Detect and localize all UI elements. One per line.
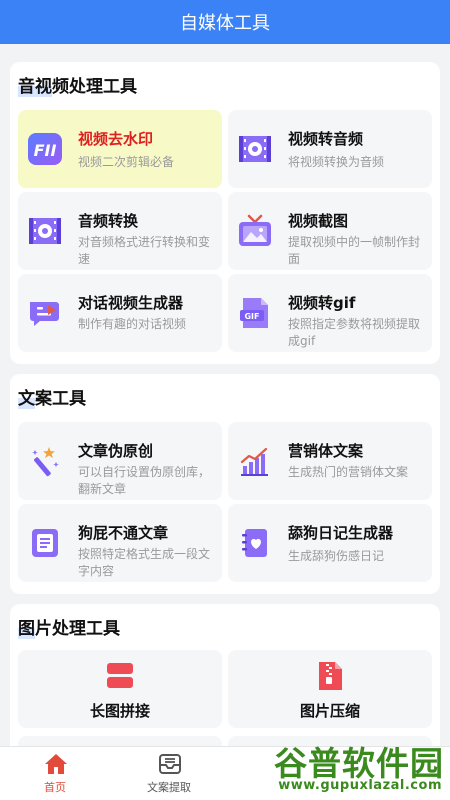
card-video-to-audio[interactable]: 视频转音频 将视频转换为音频: [228, 110, 432, 188]
card-title: 营销体文案: [288, 442, 364, 460]
section-copywriting: 文案工具 文章伪原创 可以自行设置伪原创库，翻新文章 营销体文案 生成热门的营销…: [10, 374, 440, 594]
section-audio-video: 音视频处理工具 FII 视频去水印 视频二次剪辑必备 视频转音频 将视频转换为音…: [10, 62, 440, 364]
chat-video-icon: [30, 302, 59, 326]
gif-icon: GIF: [240, 298, 268, 328]
heart-diary-icon: [242, 529, 267, 557]
zip-file-icon: [319, 662, 342, 690]
card-title: 对话视频生成器: [78, 294, 184, 312]
card-desc: 按照指定参数将视频提取成gif: [288, 317, 421, 348]
svg-text:FII: FII: [34, 141, 57, 160]
card-desc: 制作有趣的对话视频: [78, 317, 187, 331]
watermark-remove-icon: FII: [28, 133, 62, 165]
video-to-audio-icon: [239, 136, 271, 162]
image-stitch-icon: [107, 663, 133, 688]
magic-wand-icon: [32, 447, 59, 477]
card-desc: 对音频格式进行转换和变速: [78, 235, 211, 266]
card-title: 文章伪原创: [78, 442, 154, 460]
tab-home[interactable]: 首页: [0, 747, 110, 800]
page-title: 自媒体工具: [180, 13, 270, 34]
tab-copy-extract[interactable]: 文案提取: [114, 747, 224, 800]
card-audio-convert[interactable]: 音频转换 对音频格式进行转换和变速: [18, 192, 222, 270]
section-title: 音视频处理工具: [18, 77, 137, 97]
card-desc: 生成热门的营销体文案: [288, 465, 409, 479]
document-icon: [32, 529, 58, 557]
card-title: 视频转gif: [288, 294, 356, 312]
card-title: 长图拼接: [89, 702, 150, 720]
card-image-stitch[interactable]: 长图拼接: [18, 650, 222, 728]
card-video-screenshot[interactable]: 视频截图 提取视频中的一帧制作封面: [228, 192, 432, 270]
tab-label: 文案提取: [147, 781, 191, 794]
app-header: 自媒体工具: [0, 0, 450, 44]
card-desc: 视频二次剪辑必备: [78, 155, 175, 169]
home-icon: [45, 754, 67, 774]
card-chat-video-generator[interactable]: 对话视频生成器 制作有趣的对话视频: [18, 274, 222, 352]
tab-label: 首页: [44, 781, 66, 794]
card-article-rewrite[interactable]: 文章伪原创 可以自行设置伪原创库，翻新文章: [18, 422, 222, 500]
card-desc: 生成舔狗伤感日记: [288, 549, 385, 563]
watermark-url: www.gupuxlazal.com: [278, 778, 442, 793]
section-title: 图片处理工具: [18, 619, 120, 639]
tv-screenshot-icon: [239, 214, 271, 246]
card-title: 狗屁不通文章: [78, 524, 169, 542]
card-title: 视频去水印: [78, 130, 154, 148]
card-video-to-gif[interactable]: GIF 视频转gif 按照指定参数将视频提取成gif: [228, 274, 432, 352]
card-title: 视频转音频: [288, 130, 364, 148]
card-nonsense-article[interactable]: 狗屁不通文章 按照特定格式生成一段文字内容: [18, 504, 222, 582]
svg-text:GIF: GIF: [244, 312, 259, 321]
card-desc: 按照特定格式生成一段文字内容: [78, 547, 211, 578]
card-title: 视频截图: [288, 212, 349, 230]
card-partial[interactable]: [18, 736, 222, 746]
card-diary-generator[interactable]: 舔狗日记生成器 生成舔狗伤感日记: [228, 504, 432, 582]
card-image-compress[interactable]: 图片压缩: [228, 650, 432, 728]
card-desc: 提取视频中的一帧制作封面: [288, 235, 421, 266]
audio-convert-icon: [29, 218, 61, 244]
card-desc: 可以自行设置伪原创库，翻新文章: [78, 465, 211, 496]
bar-chart-icon: [240, 447, 268, 476]
card-video-watermark-remove[interactable]: FII 视频去水印 视频二次剪辑必备: [18, 110, 222, 188]
card-marketing-copy[interactable]: 营销体文案 生成热门的营销体文案: [228, 422, 432, 500]
card-title: 图片压缩: [299, 702, 360, 720]
section-title: 文案工具: [18, 389, 86, 409]
watermark-logo: 谷普软件园 www.gupuxlazal.com: [245, 737, 450, 800]
card-title: 音频转换: [78, 212, 139, 230]
content-scroll[interactable]: 音视频处理工具 FII 视频去水印 视频二次剪辑必备 视频转音频 将视频转换为音…: [0, 44, 450, 746]
inbox-icon: [159, 754, 181, 774]
card-title: 舔狗日记生成器: [288, 524, 394, 542]
card-desc: 将视频转换为音频: [288, 155, 385, 169]
section-image: 图片处理工具 长图拼接 图片压缩: [10, 604, 440, 746]
